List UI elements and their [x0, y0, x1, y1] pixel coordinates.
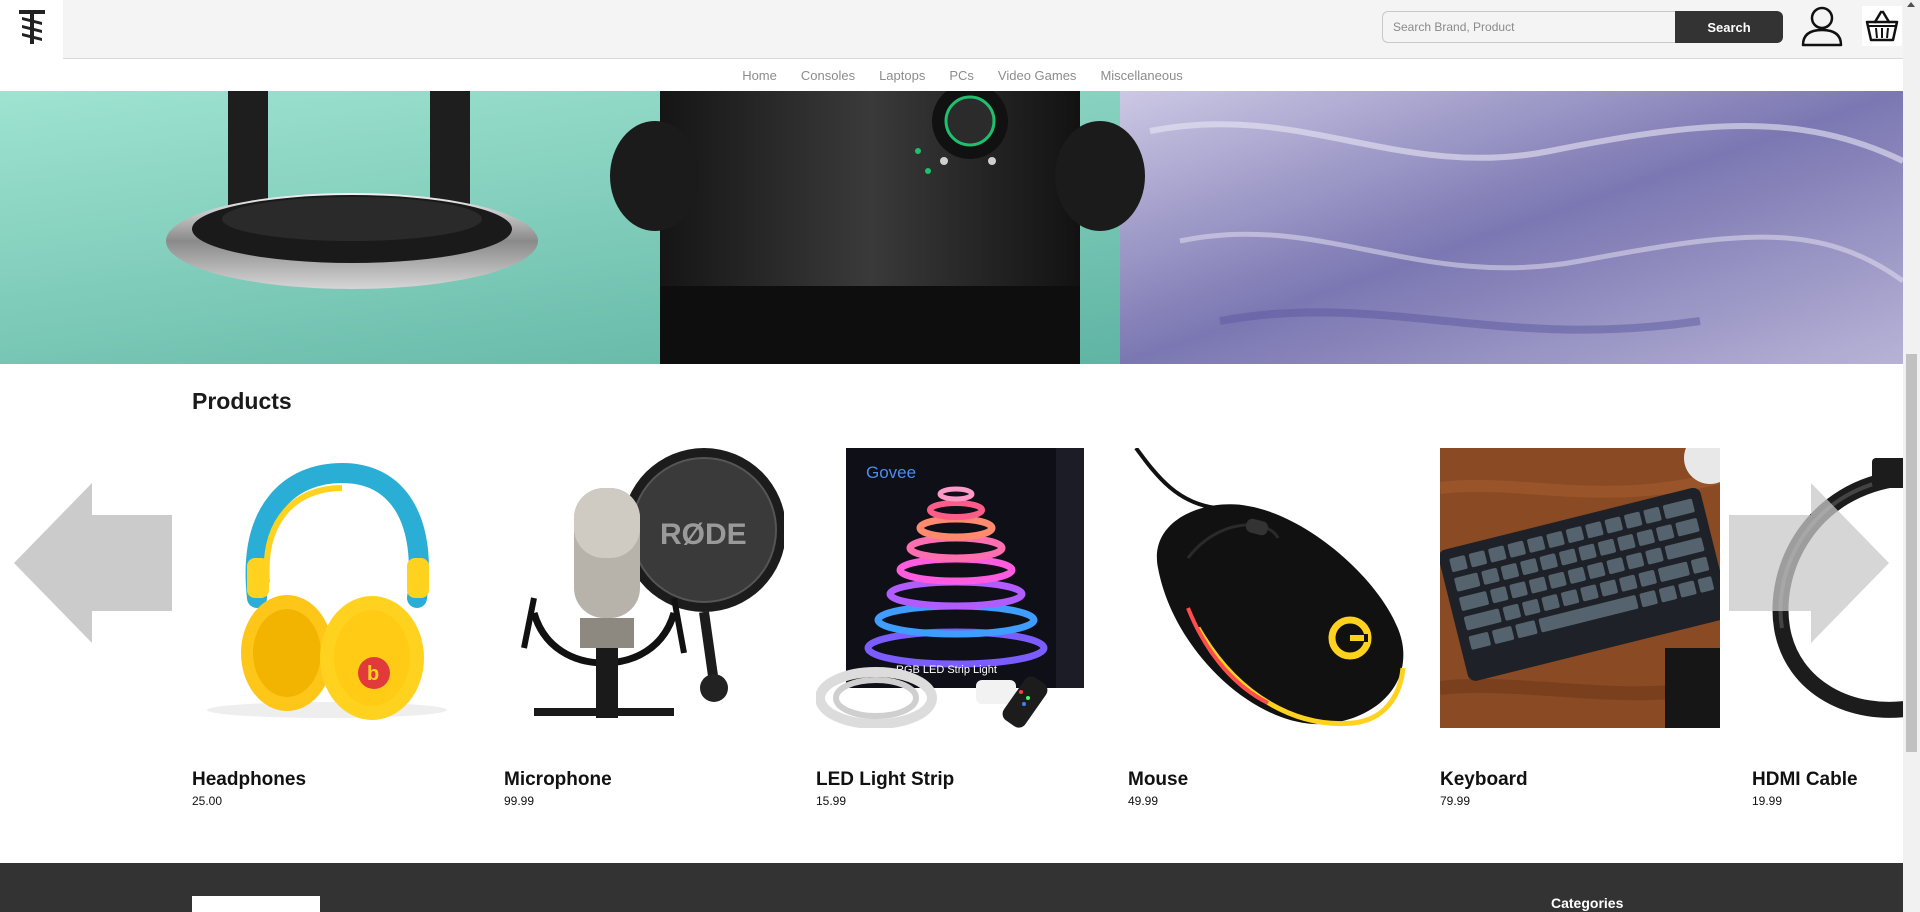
product-card-keyboard[interactable]: Keyboard 79.99	[1440, 448, 1720, 808]
product-price: 49.99	[1128, 794, 1159, 808]
product-card-mouse[interactable]: Mouse 49.99	[1128, 448, 1408, 808]
led-strip-image: Govee RGB LED Strip Light	[816, 448, 1096, 728]
main-nav: Home Consoles Laptops PCs Video Games Mi…	[0, 60, 1903, 91]
search-input[interactable]	[1382, 11, 1676, 43]
products-carousel: b Headphones 25.00 RØDE Microphone 99.99…	[0, 448, 1903, 818]
product-name[interactable]: Keyboard	[1440, 769, 1720, 791]
svg-text:Govee: Govee	[866, 463, 916, 482]
nav-item-consoles[interactable]: Consoles	[801, 68, 855, 83]
product-card-headphones[interactable]: b Headphones 25.00	[192, 448, 472, 808]
search-button[interactable]: Search	[1675, 11, 1783, 43]
mouse-image	[1128, 448, 1408, 728]
scroll-up-arrow-icon[interactable]	[1907, 2, 1915, 7]
svg-text:RØDE: RØDE	[660, 518, 747, 551]
hero-microphone-image	[0, 91, 1903, 364]
product-name[interactable]: HDMI Cable	[1752, 769, 1903, 791]
logo-icon	[19, 10, 45, 44]
microphone-image: RØDE	[504, 448, 784, 728]
account-icon[interactable]	[1799, 3, 1845, 49]
product-price: 15.99	[816, 794, 847, 808]
product-card-led-light-strip[interactable]: Govee RGB LED Strip Light LED Light Stri…	[816, 448, 1096, 808]
carousel-prev-arrow-icon[interactable]	[14, 483, 174, 643]
nav-item-miscellaneous[interactable]: Miscellaneous	[1100, 68, 1182, 83]
keyboard-image	[1440, 448, 1720, 728]
scrollbar-thumb[interactable]	[1906, 354, 1917, 752]
footer-logo[interactable]	[192, 896, 320, 912]
product-card-microphone[interactable]: RØDE Microphone 99.99	[504, 448, 784, 808]
product-name[interactable]: Microphone	[504, 769, 784, 791]
nav-item-video-games[interactable]: Video Games	[998, 68, 1077, 83]
basket-icon[interactable]	[1862, 6, 1902, 46]
nav-item-home[interactable]: Home	[742, 68, 777, 83]
nav-item-laptops[interactable]: Laptops	[879, 68, 925, 83]
footer-categories-heading: Categories	[1551, 895, 1624, 911]
headphones-image: b	[192, 448, 472, 728]
hero-banner[interactable]	[0, 91, 1903, 364]
product-price: 25.00	[192, 794, 223, 808]
page-scrollbar[interactable]	[1903, 0, 1920, 912]
carousel-next-arrow-icon[interactable]	[1729, 483, 1889, 643]
products-section-title: Products	[192, 388, 292, 414]
store-logo[interactable]	[0, 0, 63, 59]
svg-text:b: b	[367, 663, 379, 685]
product-name[interactable]: LED Light Strip	[816, 769, 1096, 791]
product-name[interactable]: Headphones	[192, 769, 472, 791]
product-name[interactable]: Mouse	[1128, 769, 1408, 791]
product-price: 99.99	[504, 794, 535, 808]
product-price: 19.99	[1752, 794, 1783, 808]
product-price: 79.99	[1440, 794, 1471, 808]
site-footer: Categories	[0, 863, 1903, 912]
site-header: Search	[0, 0, 1903, 59]
nav-item-pcs[interactable]: PCs	[949, 68, 974, 83]
